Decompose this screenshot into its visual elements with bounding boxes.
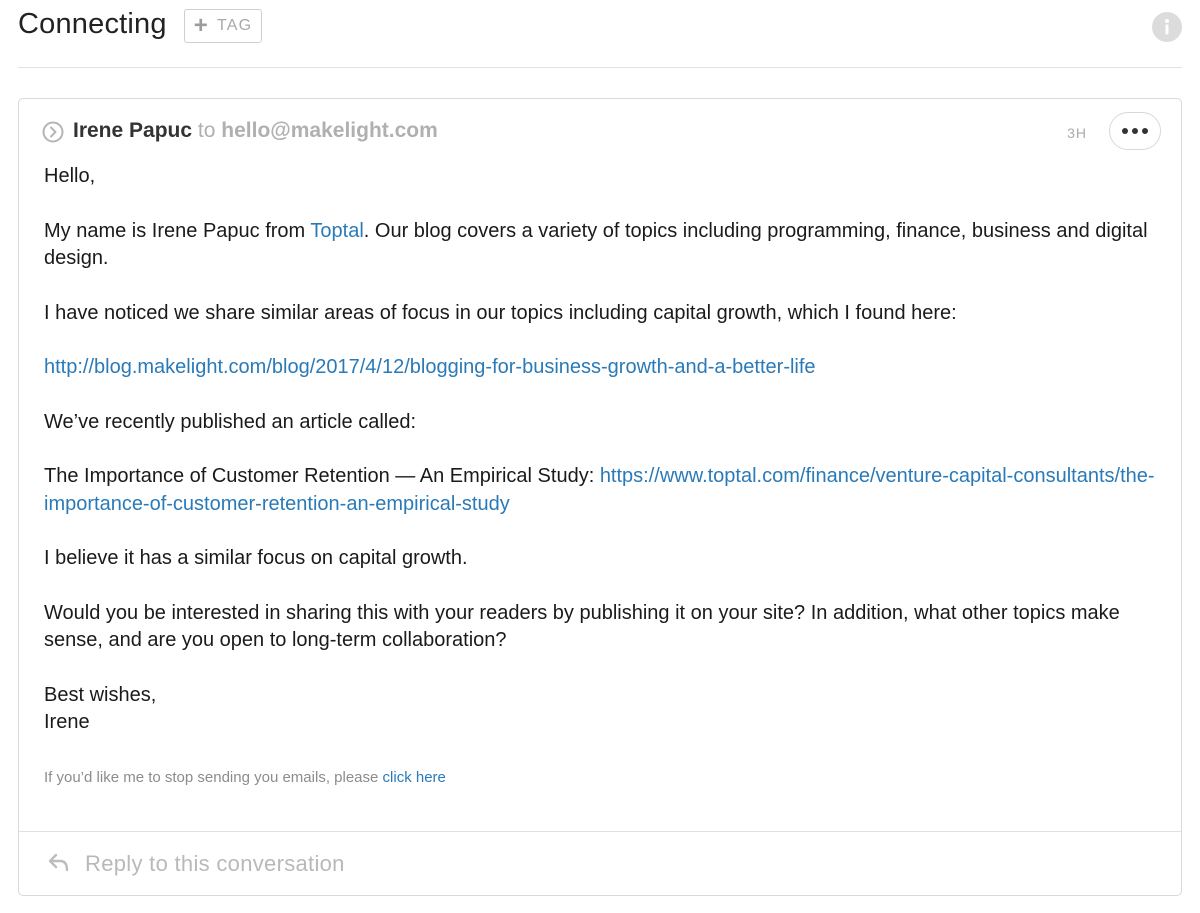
sender-name[interactable]: Irene Papuc xyxy=(73,119,192,142)
recipient-address: hello@makelight.com xyxy=(221,119,438,142)
signature-block: Best wishes, Irene xyxy=(44,682,1156,737)
message-time: 3H xyxy=(1067,125,1087,141)
page-title: Connecting xyxy=(18,8,167,40)
message-body: Hello, My name is Irene Papuc from Topta… xyxy=(44,163,1156,737)
closing: Best wishes, xyxy=(44,683,157,706)
signature-name: Irene xyxy=(44,711,90,733)
unsubscribe-text: If you’d like me to stop sending you ema… xyxy=(44,769,383,786)
paragraph-published: We’ve recently published an article call… xyxy=(44,410,417,433)
plus-icon: + xyxy=(193,12,209,39)
more-icon-dot xyxy=(1122,128,1128,134)
paragraph-intro: My name is Irene Papuc from Toptal. Our … xyxy=(44,218,1156,273)
page-header: Connecting + TAG xyxy=(18,0,1182,68)
expand-icon[interactable] xyxy=(42,121,64,143)
paragraph-link: http://blog.makelight.com/blog/2017/4/12… xyxy=(44,354,1156,382)
paragraph-question: Would you be interested in sharing this … xyxy=(44,601,1120,652)
sender-line: Irene Papuc to hello@makelight.com xyxy=(73,119,438,143)
greeting: Hello, xyxy=(44,165,96,187)
intro-text: My name is Irene Papuc from xyxy=(44,219,311,242)
to-label: to xyxy=(197,119,216,142)
info-icon[interactable] xyxy=(1152,12,1182,42)
more-icon-dot xyxy=(1142,128,1148,134)
unsubscribe-note: If you’d like me to stop sending you ema… xyxy=(44,769,446,786)
add-tag-button[interactable]: + TAG xyxy=(184,9,262,43)
message-header: Irene Papuc to hello@makelight.com 3H xyxy=(42,112,1161,150)
reply-input[interactable]: Reply to this conversation xyxy=(85,851,345,877)
more-icon-dot xyxy=(1132,128,1138,134)
toptal-link[interactable]: Toptal xyxy=(310,220,363,242)
message-card: Irene Papuc to hello@makelight.com 3H He… xyxy=(18,98,1182,896)
paragraph-focus: I have noticed we share similar areas of… xyxy=(44,301,957,324)
makelight-blog-link[interactable]: http://blog.makelight.com/blog/2017/4/12… xyxy=(44,356,816,378)
paragraph-similar: I believe it has a similar focus on capi… xyxy=(44,547,468,569)
reply-bar[interactable]: Reply to this conversation xyxy=(19,831,1181,896)
unsubscribe-link[interactable]: click here xyxy=(383,769,446,786)
reply-icon xyxy=(47,852,71,874)
article-title: The Importance of Customer Retention — A… xyxy=(44,465,600,487)
tag-button-label: TAG xyxy=(216,17,253,34)
more-options-button[interactable] xyxy=(1109,112,1161,150)
paragraph-article: The Importance of Customer Retention — A… xyxy=(44,463,1156,518)
